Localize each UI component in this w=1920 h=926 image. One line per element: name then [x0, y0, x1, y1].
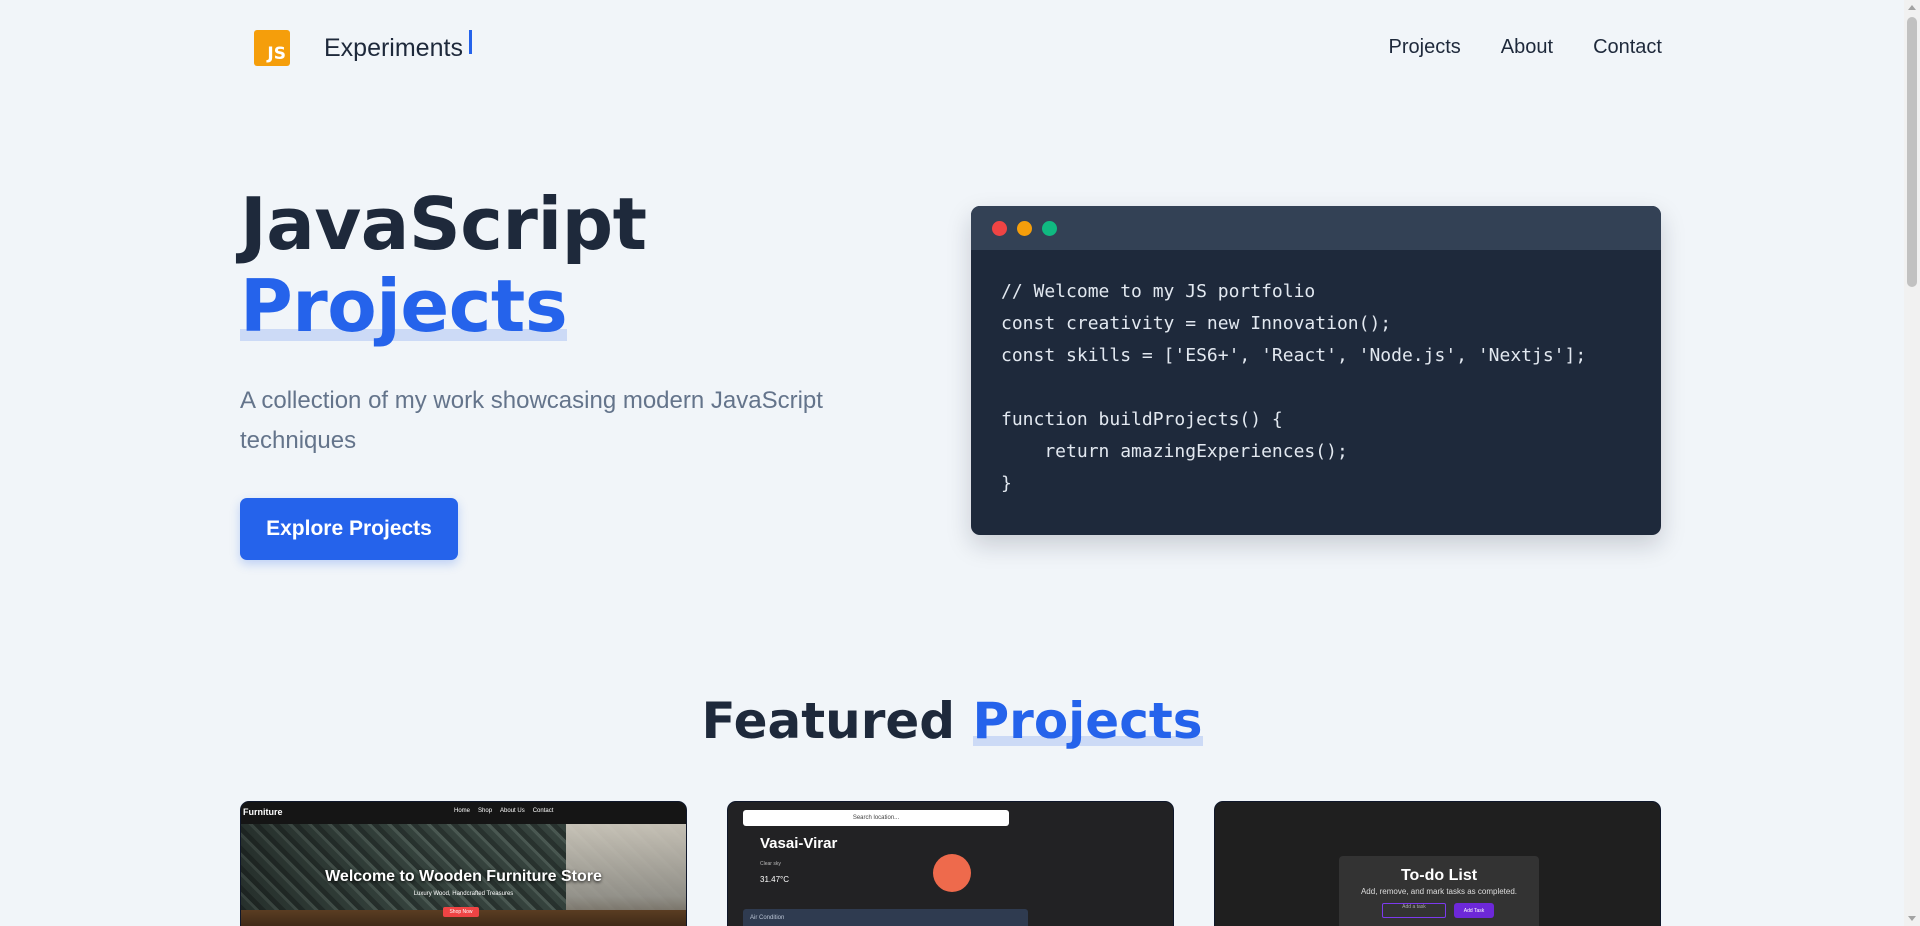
furniture-nav-home: Home: [454, 808, 471, 814]
furniture-headline: Welcome to Wooden Furniture Store: [325, 868, 602, 885]
project-card-furniture[interactable]: Furniture Home Shop About Us Contact Wel…: [240, 801, 687, 926]
todo-input: Add a task: [1382, 903, 1446, 918]
hero-title-line2: Projects: [240, 264, 568, 348]
furniture-brand: Furniture: [243, 807, 283, 817]
code-line: const creativity = new Innovation();: [1001, 313, 1392, 334]
sun-icon: [933, 854, 971, 892]
explore-projects-button[interactable]: Explore Projects: [240, 498, 458, 560]
project-card-todo[interactable]: To-do List Add, remove, and mark tasks a…: [1214, 801, 1661, 926]
featured-title-part2: Projects: [972, 692, 1203, 750]
brand-name[interactable]: Experiments: [324, 34, 463, 63]
weather-search-input: Search location...: [743, 810, 1009, 826]
featured-title: Featured Projects: [0, 692, 1904, 750]
furniture-subline: Luxury Wood, Handcrafted Treasures: [413, 891, 514, 897]
todo-description: Add, remove, and mark tasks as completed…: [1360, 887, 1518, 896]
weather-condition: Clear sky: [760, 861, 781, 867]
project-card-weather[interactable]: Search location... Vasai-Virar Clear sky…: [727, 801, 1174, 926]
nav-link-contact[interactable]: Contact: [1593, 36, 1662, 59]
typing-caret: [469, 30, 472, 54]
code-line: function buildProjects() {: [1001, 409, 1283, 430]
todo-title: To-do List: [1400, 867, 1478, 884]
scroll-up-icon[interactable]: [1908, 5, 1916, 10]
top-nav: JS Experiments Projects About Contact: [240, 28, 1662, 72]
air-condition-label: Air Condition: [750, 915, 785, 921]
weather-temperature: 31.47°C: [760, 875, 789, 884]
add-task-button: Add Task: [1454, 903, 1494, 918]
featured-title-part1: Featured: [701, 692, 956, 750]
code-line: }: [1001, 473, 1012, 494]
scroll-down-icon[interactable]: [1908, 916, 1916, 921]
nav-link-projects[interactable]: Projects: [1389, 36, 1461, 59]
page-scrollbar[interactable]: [1904, 0, 1920, 926]
nav-link-about[interactable]: About: [1501, 36, 1553, 59]
nav-links: Projects About Contact: [1389, 36, 1662, 59]
code-line: // Welcome to my JS portfolio: [1001, 281, 1316, 302]
close-dot-icon: [992, 221, 1007, 236]
minimize-dot-icon: [1017, 221, 1032, 236]
furniture-nav-contact: Contact: [532, 808, 554, 814]
logo-text: JS: [267, 44, 286, 64]
weather-city: Vasai-Virar: [760, 835, 838, 852]
maximize-dot-icon: [1042, 221, 1057, 236]
code-line: return amazingExperiences();: [1001, 441, 1348, 462]
furniture-nav-shop: Shop: [478, 808, 493, 814]
todo-panel: To-do List Add, remove, and mark tasks a…: [1339, 856, 1539, 926]
furniture-nav-about: About Us: [500, 808, 525, 814]
hero-subtitle: A collection of my work showcasing moder…: [240, 387, 823, 454]
code-line: const skills = ['ES6+', 'React', 'Node.j…: [1001, 345, 1587, 366]
shop-now-button: Shop Now: [443, 907, 479, 917]
code-window: // Welcome to my JS portfolio const creat…: [971, 206, 1661, 535]
code-snippet: // Welcome to my JS portfolio const creat…: [971, 250, 1661, 526]
hero-title-line1: JavaScript: [240, 182, 647, 266]
scroll-thumb[interactable]: [1907, 17, 1917, 287]
code-window-titlebar: [971, 206, 1661, 250]
js-logo-icon[interactable]: JS: [254, 30, 290, 66]
air-condition-panel: Air Condition: [743, 909, 1028, 926]
hero-title: JavaScript Projects: [240, 183, 647, 347]
page: JS Experiments Projects About Contact Ja…: [0, 0, 1904, 926]
furniture-nav: Home Shop About Us Contact: [454, 808, 553, 814]
